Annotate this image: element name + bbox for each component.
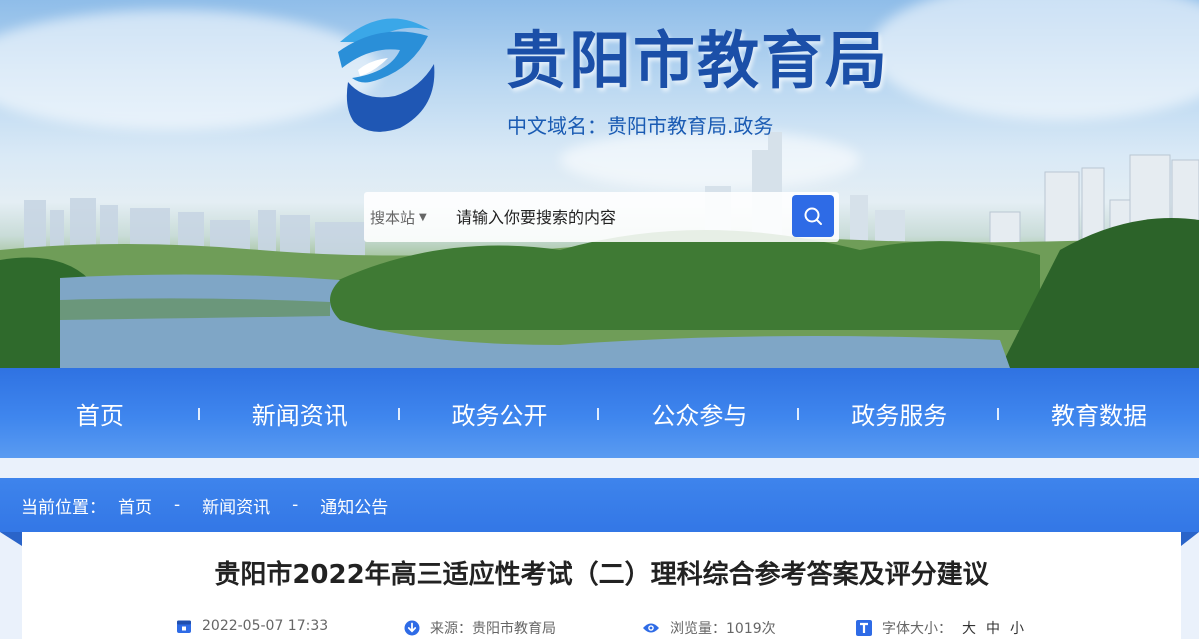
- breadcrumb-separator: -: [174, 495, 181, 515]
- nav-item-public-participation[interactable]: 公众参与: [599, 368, 800, 458]
- breadcrumb-label: 当前位置：: [21, 497, 106, 518]
- nav-item-government-services[interactable]: 政务服务: [799, 368, 1000, 458]
- search-scope-select[interactable]: 搜本站 ▼: [370, 207, 427, 228]
- nav-item-home[interactable]: 首页: [0, 368, 200, 458]
- caret-down-icon: ▼: [419, 212, 427, 223]
- article-title: 贵阳市2022年高三适应性考试（二）理科综合参考答案及评分建议: [214, 560, 989, 590]
- calendar-icon: [176, 618, 192, 634]
- nav-item-label: 政务服务: [851, 401, 948, 430]
- source-download-icon: [404, 620, 420, 636]
- nav-item-label: 首页: [75, 401, 124, 430]
- font-size-large[interactable]: 大: [962, 618, 976, 638]
- bureau-logo-icon: [338, 18, 435, 132]
- search-input[interactable]: [456, 202, 786, 232]
- search-scope-label: 搜本站: [370, 209, 416, 227]
- publish-date-text: 2022-05-07 17:33: [202, 618, 329, 634]
- nav-item-label: 公众参与: [651, 401, 748, 430]
- font-size-control: 字体大小： 大 中 小: [856, 618, 1024, 638]
- nav-item-government-affairs[interactable]: 政务公开: [400, 368, 600, 458]
- text-size-icon: [856, 620, 872, 636]
- breadcrumb: 当前位置： 首页 - 新闻资讯 - 通知公告: [0, 478, 1199, 532]
- nav-item-label: 新闻资讯: [251, 401, 348, 430]
- eye-icon: [642, 621, 660, 635]
- font-size-label: 字体大小：: [882, 621, 952, 637]
- breadcrumb-notices[interactable]: 通知公告: [320, 493, 388, 518]
- chinese-domain-name: 中文域名：贵阳市教育局.政务: [507, 114, 774, 138]
- main-nav: 首页 新闻资讯 政务公开 公众参与 政务服务 教育数据: [0, 368, 1199, 458]
- nav-item-news[interactable]: 新闻资讯: [200, 368, 400, 458]
- site-title: 贵阳市教育局: [505, 24, 890, 97]
- search-box: 搜本站 ▼: [364, 192, 839, 242]
- font-size-medium[interactable]: 中: [986, 618, 1000, 638]
- publish-date: 2022-05-07 17:33: [176, 618, 328, 634]
- breadcrumb-home[interactable]: 首页: [118, 493, 152, 518]
- view-count-text: 浏览量：1019次: [670, 621, 776, 637]
- nav-item-label: 教育数据: [1051, 401, 1148, 430]
- article-source: 来源：贵阳市教育局: [404, 618, 556, 638]
- search-icon: [804, 207, 822, 225]
- breadcrumb-news[interactable]: 新闻资讯: [202, 493, 270, 518]
- article-source-text: 来源：贵阳市教育局: [430, 621, 556, 637]
- nav-item-label: 政务公开: [451, 401, 548, 430]
- breadcrumb-separator: -: [292, 495, 299, 515]
- article-panel: 贵阳市2022年高三适应性考试（二）理科综合参考答案及评分建议 2022-05-…: [22, 532, 1181, 639]
- nav-item-education-data[interactable]: 教育数据: [999, 368, 1199, 458]
- view-count: 浏览量：1019次: [642, 618, 776, 638]
- search-button[interactable]: [792, 195, 834, 237]
- ribbon-fold-right: [1181, 532, 1199, 546]
- ribbon-fold-left: [0, 532, 22, 546]
- header-banner: 贵阳市教育局 中文域名：贵阳市教育局.政务 搜本站 ▼: [0, 0, 1199, 368]
- font-size-small[interactable]: 小: [1010, 618, 1024, 638]
